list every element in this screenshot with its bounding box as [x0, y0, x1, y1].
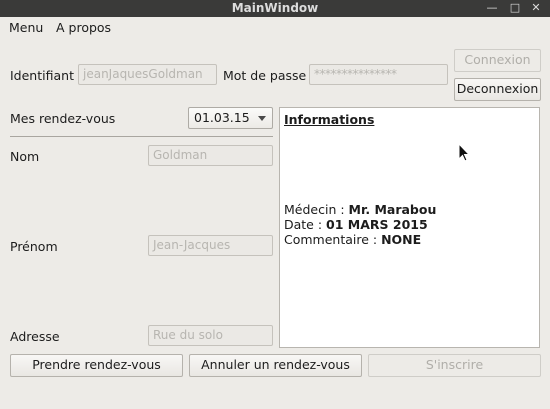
minimize-icon[interactable]: —: [483, 0, 501, 17]
info-date-label: Date :: [284, 217, 327, 232]
adresse-label: Adresse: [10, 329, 60, 344]
mouse-cursor-icon: [458, 143, 470, 162]
nom-field[interactable]: Goldman: [148, 145, 273, 166]
info-title: Informations: [284, 112, 375, 127]
deconnexion-button[interactable]: Deconnexion: [454, 78, 541, 101]
password-field[interactable]: ***************: [309, 64, 448, 85]
appointments-select[interactable]: 01.03.15: [188, 107, 273, 129]
nom-label: Nom: [10, 149, 40, 164]
info-medecin: Médecin : Mr. Marabou: [284, 202, 436, 217]
info-commentaire-label: Commentaire :: [284, 232, 382, 247]
info-medecin-value: Mr. Marabou: [348, 202, 437, 217]
info-medecin-label: Médecin :: [284, 202, 349, 217]
separator: [10, 136, 273, 137]
info-date-value: 01 MARS 2015: [326, 217, 428, 232]
appointments-label: Mes rendez-vous: [10, 111, 116, 126]
prenom-label: Prénom: [10, 239, 58, 254]
info-panel: Informations Médecin : Mr. Marabou Date …: [279, 107, 540, 348]
identifiant-label: Identifiant: [10, 68, 74, 83]
window-title: MainWindow: [231, 1, 319, 15]
adresse-field[interactable]: Rue du solo: [148, 325, 273, 346]
connexion-button[interactable]: Connexion: [454, 49, 541, 72]
close-icon[interactable]: ✕: [527, 0, 545, 17]
password-label: Mot de passe: [223, 68, 307, 83]
inscrire-button[interactable]: S'inscrire: [368, 354, 541, 377]
chevron-down-icon: [258, 116, 266, 121]
maximize-icon[interactable]: □: [506, 0, 524, 17]
menu-item-menu[interactable]: Menu: [9, 20, 43, 35]
window-titlebar: MainWindow: [0, 0, 550, 17]
info-date: Date : 01 MARS 2015: [284, 217, 428, 232]
menu-item-apropos[interactable]: A propos: [56, 20, 111, 35]
identifiant-field[interactable]: jeanJaquesGoldman: [78, 64, 217, 85]
info-commentaire-value: NONE: [381, 232, 422, 247]
appointments-selected: 01.03.15: [194, 110, 250, 125]
annuler-rendez-vous-button[interactable]: Annuler un rendez-vous: [189, 354, 362, 377]
prenom-field[interactable]: Jean-Jacques: [148, 235, 273, 256]
info-commentaire: Commentaire : NONE: [284, 232, 421, 247]
prendre-rendez-vous-button[interactable]: Prendre rendez-vous: [10, 354, 183, 377]
